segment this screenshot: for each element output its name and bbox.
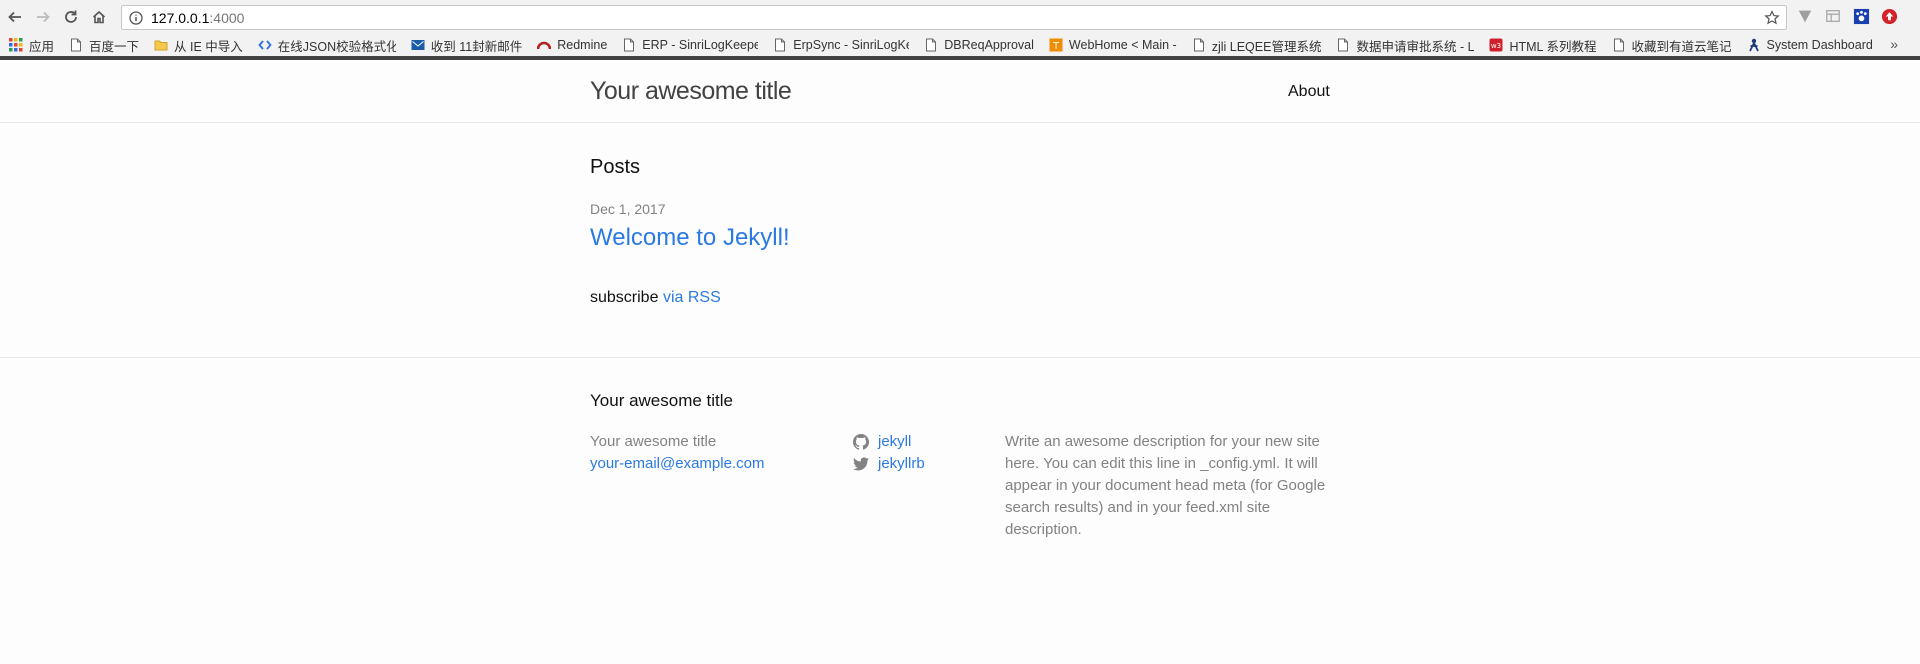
page-icon [1613, 38, 1624, 52]
bookmark-data-approval[interactable]: 数据申请审批系统 - L [1327, 34, 1480, 56]
page-icon [926, 38, 937, 52]
rss-link[interactable]: via RSS [663, 289, 721, 306]
post-title-link[interactable]: Welcome to Jekyll! [590, 224, 790, 252]
footer-site-name: Your awesome title [590, 433, 717, 450]
twitter-username: jekyllrb [878, 455, 925, 472]
bookmark-label: ErpSync - SinriLogKe [793, 38, 910, 52]
footer-contact: Your awesome title your-email@example.co… [590, 431, 764, 475]
extension-icons [1796, 7, 1898, 25]
site-title[interactable]: Your awesome title [590, 77, 792, 106]
bookmark-html-tutorial[interactable]: w3 HTML 系列教程 [1480, 34, 1602, 56]
bookmark-youdao[interactable]: 收藏到有道云笔记 [1603, 34, 1738, 56]
page-icon [624, 38, 635, 52]
upload-extension-icon[interactable] [1880, 7, 1898, 25]
github-username: jekyll [878, 433, 912, 450]
bookmarks-bar: 应用 百度一下 从 IE 中导入 在线JSON校验格式化 收到 11封新邮件 R… [0, 34, 1920, 60]
info-icon[interactable] [129, 10, 143, 25]
svg-text:w3: w3 [1491, 42, 1501, 50]
nav-link-about[interactable]: About [1288, 83, 1330, 101]
bookmark-label: WebHome < Main - [1068, 38, 1177, 52]
w3-icon: w3 [1489, 38, 1503, 52]
reload-button[interactable] [58, 4, 84, 30]
footer-description: Write an awesome description for your ne… [1005, 433, 1326, 538]
bookmark-label: System Dashboard [1766, 38, 1873, 52]
bookmark-baidu[interactable]: 百度一下 [60, 34, 145, 56]
jira-icon [1748, 38, 1759, 52]
bookmark-erp[interactable]: ERP - SinriLogKeeper [613, 34, 764, 56]
folder-icon [154, 40, 168, 51]
subscribe-text: subscribe [590, 289, 659, 306]
bookmark-label: DBReqApproval [944, 38, 1034, 52]
reload-icon [65, 10, 77, 23]
browser-toolbar: 127.0.0.1:4000 [0, 0, 1920, 34]
bookmark-mail[interactable]: 收到 11封新邮件 [402, 34, 528, 56]
bookmark-label: 在线JSON校验格式化 [277, 39, 396, 54]
page-icon [775, 38, 786, 52]
back-button[interactable] [2, 4, 28, 30]
bookmark-redmine[interactable]: Redmine [528, 34, 613, 56]
bookmark-label: 从 IE 中导入 [174, 39, 243, 54]
site-footer: Your awesome title Your awesome title yo… [0, 357, 1920, 664]
address-bar[interactable]: 127.0.0.1:4000 [121, 5, 1787, 30]
post-date: Dec 1, 2017 [590, 201, 666, 217]
bookmark-label: Redmine [557, 38, 608, 52]
url-host: 127.0.0.1 [151, 9, 210, 26]
twitter-link[interactable]: jekyllrb [853, 453, 925, 475]
bookmark-label: 数据申请审批系统 - L [1356, 39, 1475, 54]
bookmark-system-dashboard[interactable]: System Dashboard [1738, 34, 1879, 56]
bookmark-label: ERP - SinriLogKeeper [642, 38, 759, 52]
code-icon [258, 40, 272, 50]
bookmark-label: 应用 [29, 39, 55, 54]
bookmark-webhome[interactable]: T WebHome < Main - [1040, 34, 1183, 56]
bookmark-apps[interactable]: 应用 [0, 34, 60, 56]
bookmark-label: 收藏到有道云笔记 [1631, 39, 1732, 54]
vimium-extension-icon[interactable] [1796, 7, 1814, 25]
bookmark-leqee[interactable]: zjli LEQEE管理系统 [1183, 34, 1328, 56]
back-arrow-icon [8, 11, 21, 23]
bookmark-json[interactable]: 在线JSON校验格式化 [249, 34, 402, 56]
bookmark-dbreqapproval[interactable]: DBReqApproval [915, 34, 1040, 56]
rss-subscribe: subscribe via RSS [590, 289, 721, 307]
apps-grid-icon [9, 38, 23, 52]
redmine-icon [537, 41, 552, 50]
wiki-icon: T [1049, 38, 1063, 52]
forward-button[interactable] [30, 4, 56, 30]
home-button[interactable] [86, 4, 112, 30]
github-icon [853, 434, 869, 450]
bookmarks-overflow-button[interactable]: » [1890, 36, 1898, 52]
site-header: Your awesome title About [0, 64, 1920, 123]
twitter-icon [853, 457, 869, 471]
reader-extension-icon[interactable] [1824, 7, 1842, 25]
svg-text:T: T [1052, 41, 1060, 52]
bookmark-label: HTML 系列教程 [1509, 39, 1597, 54]
mail-icon [411, 40, 425, 50]
page-icon [1338, 38, 1349, 52]
forward-arrow-icon [37, 11, 50, 23]
home-icon [92, 10, 106, 24]
paw-extension-icon[interactable] [1852, 7, 1870, 25]
bookmark-label: 收到 11封新邮件 [430, 39, 523, 54]
page-icon [1193, 38, 1204, 52]
bookmark-erpsync[interactable]: ErpSync - SinriLogKe [764, 34, 915, 56]
footer-heading: Your awesome title [590, 391, 734, 410]
footer-social: jekyll jekyllrb [853, 431, 925, 475]
url-port: :4000 [209, 9, 245, 26]
github-link[interactable]: jekyll [853, 431, 925, 453]
bookmark-ie-import[interactable]: 从 IE 中导入 [145, 34, 249, 56]
bookmark-label: 百度一下 [89, 39, 140, 54]
bookmark-label: zjli LEQEE管理系统 [1211, 39, 1322, 54]
page-icon [71, 38, 82, 52]
footer-email-link[interactable]: your-email@example.com [590, 453, 764, 475]
posts-heading: Posts [590, 156, 641, 178]
bookmark-star-icon[interactable] [1764, 10, 1780, 26]
